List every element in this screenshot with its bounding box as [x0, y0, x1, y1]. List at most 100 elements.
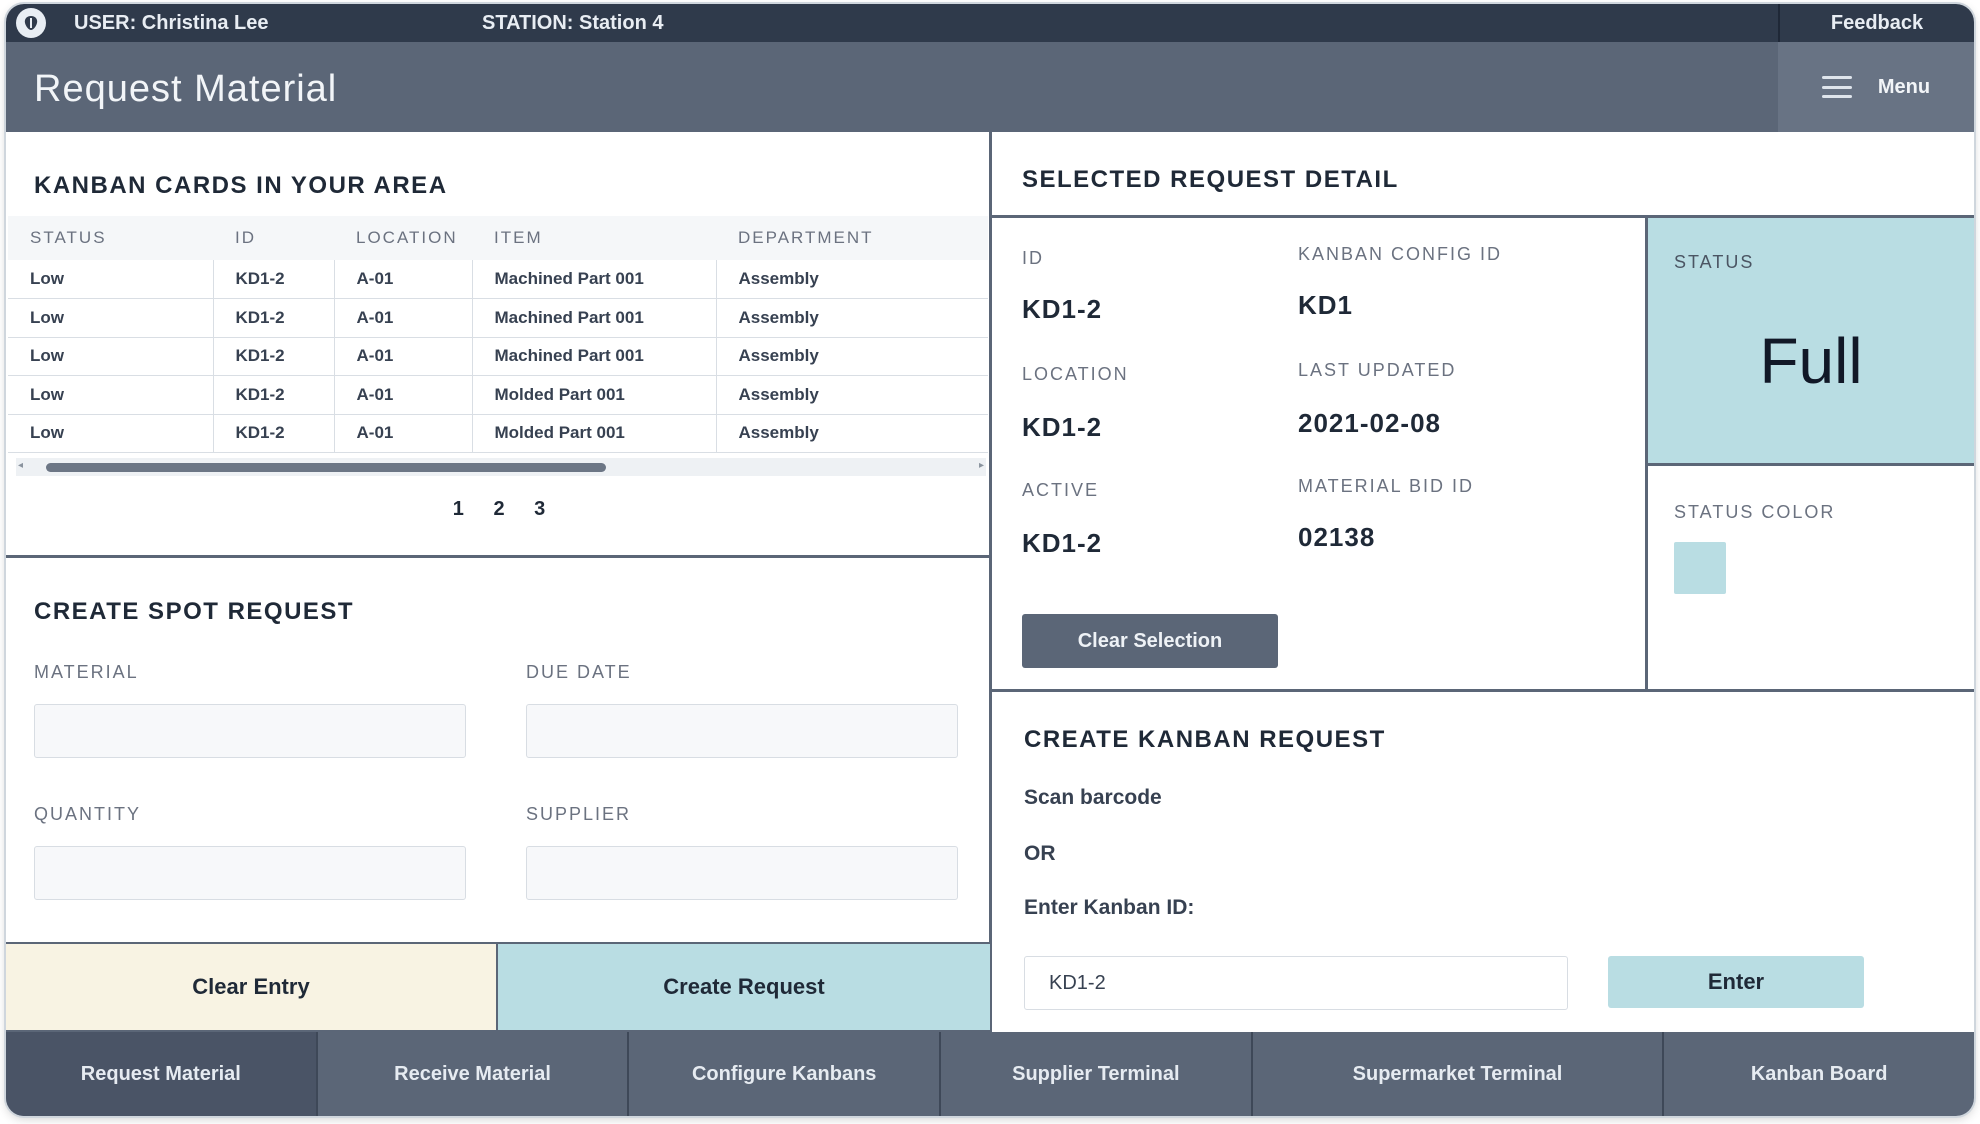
- menu-button[interactable]: Menu: [1778, 42, 1974, 132]
- id-label: ID: [1022, 248, 1044, 268]
- table-row[interactable]: Low KD1-2 A-01 Molded Part 001 Assembly: [8, 414, 988, 453]
- cell-item: Molded Part 001: [472, 414, 717, 453]
- horizontal-scrollbar[interactable]: ◂ ▸: [16, 458, 986, 476]
- page-link-1[interactable]: 1: [453, 498, 464, 521]
- enter-button[interactable]: Enter: [1608, 956, 1864, 1008]
- status-value: Full: [1759, 325, 1863, 397]
- cell-id: KD1-2: [213, 260, 335, 299]
- table-row[interactable]: Low KD1-2 A-01 Machined Part 001 Assembl…: [8, 260, 988, 299]
- spot-request-panel: CREATE SPOT REQUEST MATERIAL DUE DATE QU…: [6, 558, 992, 942]
- column-header-location[interactable]: LOCATION: [334, 216, 472, 260]
- clear-entry-button[interactable]: Clear Entry: [6, 942, 498, 1032]
- enter-kanban-id-label: Enter Kanban ID:: [1024, 896, 1195, 919]
- request-detail-header: SELECTED REQUEST DETAIL: [992, 132, 1974, 218]
- cell-id: KD1-2: [213, 375, 335, 415]
- cell-item: Machined Part 001: [472, 260, 717, 299]
- nav-receive-material[interactable]: Receive Material: [318, 1032, 630, 1116]
- kanban-config-label: KANBAN CONFIG ID: [1298, 244, 1503, 264]
- spot-request-title: CREATE SPOT REQUEST: [34, 598, 355, 625]
- cell-id: KD1-2: [213, 414, 335, 453]
- material-label: MATERIAL: [34, 662, 139, 682]
- material-input[interactable]: [34, 704, 466, 758]
- page-link-2[interactable]: 2: [493, 498, 504, 521]
- page-link-3[interactable]: 3: [534, 498, 545, 521]
- column-header-item[interactable]: ITEM: [472, 216, 716, 260]
- cell-id: KD1-2: [213, 337, 335, 376]
- spot-request-actions: Clear Entry Create Request: [6, 942, 992, 1032]
- feedback-button[interactable]: Feedback: [1778, 4, 1974, 42]
- last-updated-value: 2021-02-08: [1298, 408, 1441, 438]
- quantity-input[interactable]: [34, 846, 466, 900]
- due-date-input[interactable]: [526, 704, 958, 758]
- bottom-nav: Request Material Receive Material Config…: [6, 1032, 1974, 1116]
- cell-status: Low: [8, 260, 214, 299]
- cell-status: Low: [8, 337, 214, 376]
- quantity-label: QUANTITY: [34, 804, 142, 824]
- kanban-cards-title: KANBAN CARDS IN YOUR AREA: [34, 172, 448, 199]
- kanban-request-title: CREATE KANBAN REQUEST: [1024, 726, 1386, 753]
- scan-barcode-text: Scan barcode: [1024, 786, 1162, 809]
- clear-selection-button[interactable]: Clear Selection: [1022, 614, 1278, 668]
- status-bar: USER: Christina Lee STATION: Station 4 F…: [6, 4, 1974, 42]
- cell-department: Assembly: [716, 260, 988, 299]
- cell-department: Assembly: [716, 298, 988, 338]
- material-bid-label: MATERIAL BID ID: [1298, 476, 1475, 496]
- nav-kanban-board[interactable]: Kanban Board: [1664, 1032, 1974, 1116]
- create-request-button[interactable]: Create Request: [498, 942, 992, 1032]
- nav-configure-kanbans[interactable]: Configure Kanbans: [629, 1032, 942, 1116]
- active-value: KD1-2: [1022, 528, 1103, 558]
- table-row[interactable]: Low KD1-2 A-01 Machined Part 001 Assembl…: [8, 337, 988, 376]
- column-header-status[interactable]: STATUS: [8, 216, 213, 260]
- status-color-label: STATUS COLOR: [1674, 502, 1836, 522]
- kanban-cards-table: STATUS ID LOCATION ITEM DEPARTMENT Low K…: [8, 216, 988, 453]
- cell-location: A-01: [334, 337, 473, 376]
- id-value: KD1-2: [1022, 294, 1103, 324]
- cell-status: Low: [8, 298, 214, 338]
- cell-location: A-01: [334, 298, 473, 338]
- nav-supermarket-terminal[interactable]: Supermarket Terminal: [1253, 1032, 1665, 1116]
- location-label: LOCATION: [1022, 364, 1129, 384]
- scrollbar-thumb[interactable]: [46, 463, 606, 472]
- active-label: ACTIVE: [1022, 480, 1100, 500]
- location-value: KD1-2: [1022, 412, 1103, 442]
- table-header-row: STATUS ID LOCATION ITEM DEPARTMENT: [8, 216, 988, 260]
- cell-item: Machined Part 001: [472, 298, 717, 338]
- supplier-input[interactable]: [526, 846, 958, 900]
- nav-request-material[interactable]: Request Material: [6, 1032, 318, 1116]
- request-detail-panel: ID KD1-2 KANBAN CONFIG ID KD1 LOCATION K…: [992, 218, 1648, 692]
- cell-status: Low: [8, 414, 214, 453]
- cell-department: Assembly: [716, 414, 988, 453]
- status-color-swatch: [1674, 542, 1726, 594]
- due-date-label: DUE DATE: [526, 662, 632, 682]
- status-panel: STATUS Full: [1648, 218, 1974, 466]
- status-color-panel: STATUS COLOR: [1648, 466, 1974, 692]
- last-updated-label: LAST UPDATED: [1298, 360, 1457, 380]
- column-header-department[interactable]: DEPARTMENT: [716, 216, 988, 260]
- kanban-config-value: KD1: [1298, 290, 1354, 320]
- cell-department: Assembly: [716, 375, 988, 415]
- station-label: STATION: Station 4: [482, 12, 664, 34]
- table-row[interactable]: Low KD1-2 A-01 Machined Part 001 Assembl…: [8, 298, 988, 338]
- scroll-right-icon[interactable]: ▸: [979, 460, 984, 471]
- page-header: Request Material Menu: [6, 42, 1974, 132]
- table-row[interactable]: Low KD1-2 A-01 Molded Part 001 Assembly: [8, 375, 988, 415]
- nav-supplier-terminal[interactable]: Supplier Terminal: [941, 1032, 1253, 1116]
- cell-location: A-01: [334, 260, 473, 299]
- supplier-label: SUPPLIER: [526, 804, 632, 824]
- request-detail-title: SELECTED REQUEST DETAIL: [1022, 166, 1399, 193]
- feedback-label: Feedback: [1830, 11, 1924, 34]
- cell-id: KD1-2: [213, 298, 335, 338]
- column-header-id[interactable]: ID: [213, 216, 334, 260]
- cell-item: Molded Part 001: [472, 375, 717, 415]
- kanban-id-input[interactable]: [1024, 956, 1568, 1010]
- kanban-request-panel: CREATE KANBAN REQUEST Scan barcode OR En…: [992, 692, 1974, 1032]
- or-text: OR: [1024, 842, 1056, 865]
- scroll-left-icon[interactable]: ◂: [18, 460, 23, 471]
- cell-department: Assembly: [716, 337, 988, 376]
- status-label: STATUS: [1674, 252, 1755, 272]
- app-window: USER: Christina Lee STATION: Station 4 F…: [6, 4, 1974, 1116]
- material-bid-value: 02138: [1298, 522, 1376, 552]
- pagination: 1 2 3: [6, 498, 992, 521]
- hamburger-icon: [1821, 76, 1852, 98]
- cell-location: A-01: [334, 375, 473, 415]
